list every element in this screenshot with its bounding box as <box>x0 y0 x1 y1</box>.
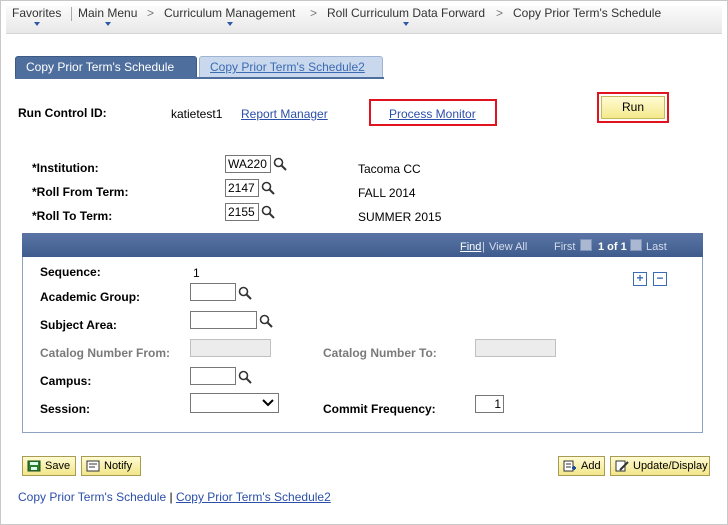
campus-label: Campus: <box>40 374 92 388</box>
roll-to-label: *Roll To Term: <box>32 209 113 223</box>
commit-frequency-input[interactable]: 1 <box>475 395 504 413</box>
previous-arrow-icon[interactable] <box>580 239 592 251</box>
breadcrumb-current[interactable]: Copy Prior Term's Schedule <box>513 6 661 20</box>
sequence-value: 1 <box>193 266 200 280</box>
add-button[interactable]: Add <box>558 456 605 476</box>
roll-from-input[interactable]: 2147 <box>225 179 259 197</box>
save-button[interactable]: Save <box>22 456 76 476</box>
save-icon <box>27 460 41 472</box>
run-button[interactable]: Run <box>601 96 665 119</box>
subject-area-label: Subject Area: <box>40 318 117 332</box>
find-link[interactable]: Find <box>460 241 481 253</box>
header-divider: | <box>482 241 485 253</box>
commit-frequency-label: Commit Frequency: <box>323 402 436 416</box>
chevron-down-icon <box>403 22 410 26</box>
notify-button[interactable]: Notify <box>81 456 141 476</box>
search-icon[interactable] <box>259 314 273 328</box>
breadcrumb-label: Roll Curriculum Data Forward <box>327 6 486 20</box>
notify-label: Notify <box>104 460 133 472</box>
page-info: 1 of 1 <box>598 241 627 253</box>
update-display-button[interactable]: Update/Display <box>610 456 710 476</box>
roll-from-description: FALL 2014 <box>358 186 416 200</box>
footer-links: Copy Prior Term's Schedule | Copy Prior … <box>18 490 331 504</box>
delete-row-button[interactable]: − <box>653 272 667 286</box>
footer-divider: | <box>169 490 173 504</box>
catalog-to-label: Catalog Number To: <box>323 346 437 360</box>
footer-link-copy-prior-term[interactable]: Copy Prior Term's Schedule <box>18 490 166 504</box>
breadcrumb-label: Main Menu <box>78 6 138 20</box>
view-all-link[interactable]: View All <box>489 241 527 253</box>
first-link[interactable]: First <box>554 241 575 253</box>
tab-underline <box>15 77 384 79</box>
breadcrumb-label: Curriculum Management <box>164 6 296 20</box>
run-control-label: Run Control ID: <box>18 106 107 120</box>
catalog-from-label: Catalog Number From: <box>40 346 171 360</box>
next-arrow-icon[interactable] <box>630 239 642 251</box>
catalog-to-input[interactable] <box>475 339 556 357</box>
institution-input[interactable]: WA220 <box>225 155 271 173</box>
chevron-down-icon <box>226 22 233 26</box>
save-label: Save <box>45 460 71 472</box>
breadcrumb-curriculum-management[interactable]: Curriculum Management <box>164 6 296 26</box>
roll-to-description: SUMMER 2015 <box>358 210 442 224</box>
last-link[interactable]: Last <box>646 241 667 253</box>
search-icon[interactable] <box>238 286 252 300</box>
divider <box>71 7 72 21</box>
search-icon[interactable] <box>273 157 287 171</box>
add-label: Add <box>581 460 601 472</box>
sequence-label: Sequence: <box>40 265 101 279</box>
run-control-value: katietest1 <box>171 107 223 121</box>
tab-copy-prior-term-2[interactable]: Copy Prior Term's Schedule2 <box>199 56 383 78</box>
chevron-down-icon <box>104 22 111 26</box>
search-icon[interactable] <box>261 181 275 195</box>
update-display-label: Update/Display <box>633 460 708 472</box>
roll-from-label: *Roll From Term: <box>32 185 129 199</box>
search-icon[interactable] <box>261 205 275 219</box>
session-select[interactable] <box>190 393 279 413</box>
breadcrumb-separator: > <box>147 6 155 20</box>
footer-link-copy-prior-term-2[interactable]: Copy Prior Term's Schedule2 <box>176 490 331 504</box>
chevron-down-icon <box>33 22 40 26</box>
breadcrumb-roll-curriculum[interactable]: Roll Curriculum Data Forward <box>327 6 486 26</box>
add-icon <box>563 460 576 472</box>
breadcrumb-favorites[interactable]: Favorites <box>12 6 62 26</box>
campus-input[interactable] <box>190 367 236 385</box>
chevron-down-icon <box>262 399 274 407</box>
edit-icon <box>615 460 629 472</box>
notify-icon <box>86 460 100 472</box>
catalog-from-input[interactable] <box>190 339 271 357</box>
institution-description: Tacoma CC <box>358 162 421 176</box>
report-manager-link[interactable]: Report Manager <box>241 107 328 121</box>
subject-area-input[interactable] <box>190 311 257 329</box>
tab-copy-prior-term[interactable]: Copy Prior Term's Schedule <box>15 56 197 78</box>
breadcrumb-main-menu[interactable]: Main Menu <box>78 6 138 26</box>
roll-to-input[interactable]: 2155 <box>225 203 259 221</box>
institution-label: *Institution: <box>32 161 99 175</box>
breadcrumb-label: Favorites <box>12 6 62 20</box>
find-label: Find <box>460 241 482 253</box>
add-row-button[interactable]: + <box>633 272 647 286</box>
breadcrumb-separator: > <box>310 6 318 20</box>
search-icon[interactable] <box>238 370 252 384</box>
session-label: Session: <box>40 402 91 416</box>
process-monitor-link[interactable]: Process Monitor <box>389 107 476 121</box>
academic-group-label: Academic Group: <box>40 290 141 304</box>
academic-group-input[interactable] <box>190 283 236 301</box>
breadcrumb-separator: > <box>496 6 504 20</box>
